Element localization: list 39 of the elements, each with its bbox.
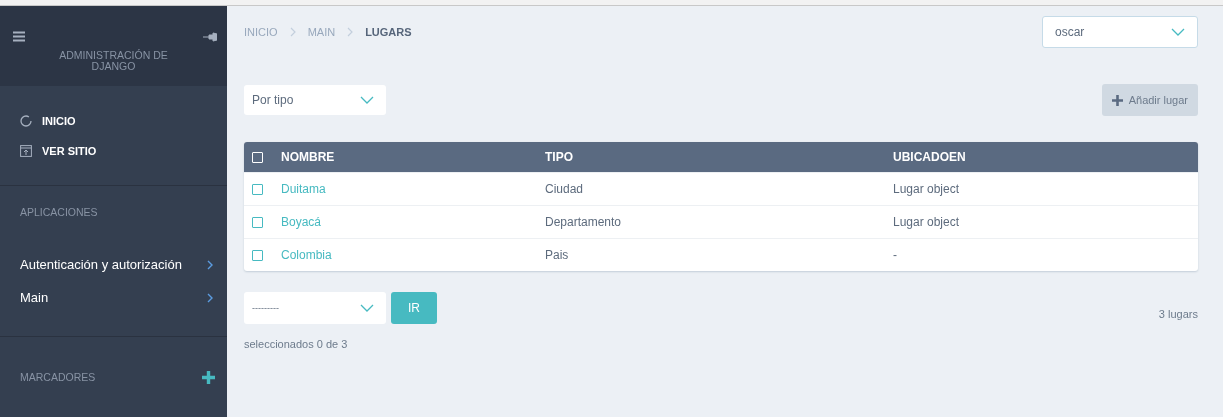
- site-title: ADMINISTRACIÓN DE DJANGO: [58, 50, 169, 72]
- pin-icon[interactable]: [203, 31, 217, 42]
- column-header[interactable]: UBICADOEN: [893, 150, 1198, 164]
- column-header[interactable]: NOMBRE: [281, 150, 545, 164]
- checkbox[interactable]: [252, 216, 263, 228]
- user-dropdown[interactable]: oscar: [1042, 16, 1198, 48]
- app-link[interactable]: Main: [20, 290, 49, 305]
- checkbox[interactable]: [252, 183, 263, 195]
- breadcrumb: LUGARS: [365, 26, 412, 38]
- result-count: 3 lugars: [1158, 308, 1198, 320]
- add-button[interactable]: Añadir lugar: [1101, 84, 1198, 116]
- chevron-right-icon: [347, 27, 354, 37]
- table-cell-text: Departamento: [545, 215, 623, 229]
- action-dropdown[interactable]: ---------: [244, 292, 386, 324]
- nav-link[interactable]: VER SITIO: [20, 145, 227, 157]
- chevron-down-icon: [360, 304, 374, 312]
- app-link[interactable]: Autenticación y autorización: [20, 257, 182, 272]
- column-header[interactable]: TIPO: [545, 150, 893, 164]
- filter-dropdown[interactable]: Por tipo: [244, 85, 386, 115]
- selection-count: seleccionados 0 de 3: [244, 338, 348, 350]
- upload-icon: [20, 145, 32, 157]
- chevron-right-icon: [289, 27, 296, 37]
- section-heading: APLICACIONES: [20, 206, 98, 218]
- section-heading: MARCADORES: [20, 371, 96, 383]
- plus-icon: [1111, 94, 1123, 106]
- plus-icon[interactable]: [202, 370, 215, 384]
- table-cell-text: Lugar object: [893, 182, 961, 196]
- chevron-down-icon: [1171, 28, 1185, 36]
- table-cell-text: Ciudad: [545, 182, 585, 196]
- chevron-right-icon: [207, 292, 213, 303]
- circle-icon: [20, 115, 32, 127]
- nav-link[interactable]: INICIO: [20, 115, 227, 127]
- menu-icon[interactable]: [13, 31, 25, 42]
- table-cell-text: Lugar object: [893, 215, 961, 229]
- checkbox[interactable]: [252, 249, 263, 261]
- table-cell-text: -: [893, 248, 898, 262]
- chevron-down-icon: [360, 96, 374, 104]
- chevron-right-icon: [207, 259, 213, 270]
- table-cell-text: Pais: [545, 248, 570, 262]
